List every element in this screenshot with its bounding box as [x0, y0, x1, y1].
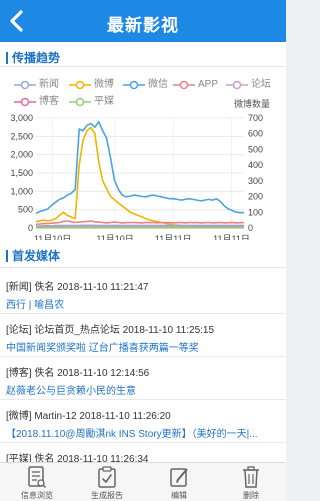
document-list-icon [27, 465, 47, 489]
feed-item[interactable]: [微博] Martin-12 2018-11-10 11:26:20 【2018… [6, 407, 282, 440]
feed-item-title[interactable]: 赵薇老公与巨贪赖小民的生意 [6, 382, 282, 397]
feed-item-title[interactable]: 【2018.11.10@周勵淇nk INS Story更新】（美好的一天|... [6, 425, 282, 440]
clipboard-check-icon [97, 465, 117, 489]
media-feed[interactable]: [新闻] 佚名 2018-11-10 11:21:47 西行 | 喻昌农 [论坛… [0, 268, 286, 462]
right-axis-tick-label: 300 [248, 176, 263, 186]
tab-info-browse-label: 信息浏览 [7, 490, 67, 501]
left-axis-tick-label: 1,500 [10, 168, 33, 178]
right-axis-tick-label: 700 [248, 113, 263, 123]
media-header-panel: 首发媒体 [0, 240, 286, 268]
bottom-toolbar: 信息浏览 生成报告 编辑 删除 [0, 462, 286, 501]
media-section-title: 首发媒体 [6, 247, 60, 264]
feed-item[interactable]: [博客] 佚名 2018-11-10 12:14:56 赵薇老公与巨贪赖小民的生… [6, 364, 282, 397]
left-axis-tick-label: 1,000 [10, 186, 33, 196]
legend-marker-news-icon [14, 80, 36, 90]
right-axis-tick-label: 500 [248, 144, 263, 154]
left-axis-tick-label: 2,500 [10, 131, 33, 141]
legend-label-print: 平媒 [94, 96, 114, 108]
left-axis-tick-label: 500 [18, 205, 33, 215]
edit-icon [169, 465, 189, 489]
tab-generate-report-label: 生成报告 [77, 490, 137, 501]
trash-icon [241, 465, 261, 489]
page-title: 最新影视 [0, 11, 286, 36]
legend-marker-app-icon [173, 80, 195, 90]
series-line-微信 [36, 122, 244, 214]
trend-title-text: 传播趋势 [12, 51, 60, 65]
feed-item-title[interactable]: 中国新闻奖颁奖啦 辽台广播喜获两篇一等奖 [6, 339, 282, 354]
media-title-text: 首发媒体 [12, 249, 60, 263]
top-bar: 最新影视 [0, 0, 286, 42]
feed-item-meta: [新闻] 佚名 2018-11-10 11:21:47 [6, 278, 282, 293]
trend-panel: 传播趋势 新闻 微博 微信 APP 论坛 博客 平媒 微博数量 0 500 1,00… [0, 42, 286, 260]
left-axis-tick-label: 3,000 [10, 113, 33, 123]
right-axis-tick-label: 200 [248, 192, 263, 202]
right-axis-tick-label: 0 [248, 223, 253, 233]
legend-label-news: 新闻 [39, 79, 59, 91]
legend-label-wechat: 微信 [148, 79, 168, 91]
series-line-微博 [36, 127, 244, 226]
feed-item-meta: [博客] 佚名 2018-11-10 12:14:56 [6, 364, 282, 379]
feed-item-meta: [微博] Martin-12 2018-11-10 11:26:20 [6, 407, 282, 422]
feed-item[interactable]: [平媒] 佚名 2018-11-10 11:26:34 [6, 450, 282, 462]
tab-delete-label: 删除 [221, 490, 281, 501]
legend-marker-blog-icon [14, 97, 36, 107]
left-axis-tick-label: 2,000 [10, 150, 33, 160]
legend-marker-weibo-icon [69, 80, 91, 90]
tab-info-browse[interactable]: 信息浏览 [7, 463, 67, 501]
right-axis-label: 微博数量 [234, 97, 270, 110]
legend-marker-forum-icon [226, 80, 248, 90]
series-line-新闻 [36, 225, 244, 226]
trend-section-title: 传播趋势 [6, 49, 60, 66]
feed-item-meta: [平媒] 佚名 2018-11-10 11:26:34 [6, 450, 282, 462]
feed-item-meta: [论坛] 论坛首页_热点论坛 2018-11-10 11:25:15 [6, 321, 282, 336]
legend-label-forum: 论坛 [251, 79, 271, 91]
legend-label-weibo: 微博 [94, 79, 114, 91]
trend-chart: 0 500 1,000 1,500 2,000 2,500 3,000 0 100 200 300 4… [0, 112, 286, 252]
tab-edit-label: 编辑 [149, 490, 209, 501]
series-line-APP [36, 221, 244, 224]
left-axis-tick-label: 0 [28, 223, 33, 233]
right-axis-tick-label: 100 [248, 207, 263, 217]
tab-edit[interactable]: 编辑 [149, 463, 209, 501]
feed-item[interactable]: [新闻] 佚名 2018-11-10 11:21:47 西行 | 喻昌农 [6, 278, 282, 311]
tab-generate-report[interactable]: 生成报告 [77, 463, 137, 501]
right-axis-tick-label: 600 [248, 129, 263, 139]
legend-marker-wechat-icon [123, 80, 145, 90]
legend-label-app: APP [198, 79, 218, 91]
legend-marker-print-icon [69, 97, 91, 107]
feed-item-title[interactable]: 西行 | 喻昌农 [6, 296, 282, 311]
legend-label-blog: 博客 [39, 96, 59, 108]
feed-item[interactable]: [论坛] 论坛首页_热点论坛 2018-11-10 11:25:15 中国新闻奖… [6, 321, 282, 354]
tab-delete[interactable]: 删除 [221, 463, 281, 501]
right-axis-tick-label: 400 [248, 160, 263, 170]
